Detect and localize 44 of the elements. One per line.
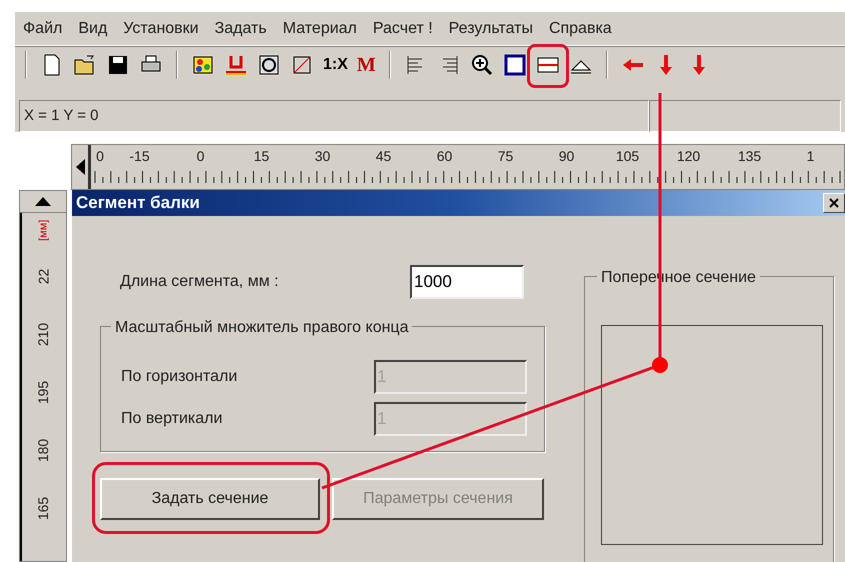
length-input[interactable]: 1000 [410, 264, 524, 298]
menu-item[interactable]: Файл [15, 16, 70, 40]
menu-item[interactable]: Результаты [440, 16, 541, 40]
open-folder-icon[interactable] [73, 52, 97, 76]
unit-label: [мм] [37, 218, 51, 243]
menu-item[interactable]: Установки [115, 16, 207, 40]
menu-item[interactable]: Справка [540, 16, 620, 40]
ruler-label: 45 [374, 147, 392, 166]
material-tool[interactable]: M [356, 50, 376, 80]
scroll-up-icon[interactable] [35, 197, 51, 206]
ruler-label: 165 [36, 495, 52, 522]
menu-item[interactable]: Задать [206, 16, 275, 40]
ruler-label: 0 [196, 147, 206, 166]
ruler-label: 30 [314, 147, 332, 166]
dialog-title: Сегмент балки [76, 192, 200, 214]
square-icon[interactable] [502, 52, 527, 76]
ruler-label: 90 [558, 147, 576, 166]
dialog-button[interactable]: Задать сечение [100, 478, 320, 520]
ruler-label: 22 [36, 267, 52, 286]
field-label: По горизонтали [121, 366, 238, 386]
ruler-label: 120 [676, 147, 702, 166]
ruler-label: 195 [36, 379, 52, 406]
field-label: По вертикали [121, 408, 224, 428]
ruler-label: 210 [36, 321, 52, 348]
scroll-left-icon[interactable] [76, 159, 84, 175]
menu-item[interactable]: Расчет ! [364, 16, 441, 40]
ruler-label: 135 [736, 147, 762, 166]
menu-item[interactable]: Материал [274, 16, 365, 40]
ruler-label: 60 [436, 147, 454, 166]
coordinates-field: X = 1 Y = 0 [19, 100, 649, 132]
ruler-label: 1 [806, 147, 816, 166]
letter-g-icon[interactable] [257, 52, 281, 76]
menu-item[interactable]: Вид [70, 16, 116, 40]
scale-tool[interactable]: 1:X [323, 52, 348, 76]
close-icon [829, 198, 839, 208]
ruler-label: 75 [496, 147, 514, 166]
ruler-label: -15 [128, 147, 151, 166]
ruler-label: 15 [252, 147, 270, 166]
field-label: Длина сегмента, мм : [119, 272, 280, 292]
close-button[interactable] [823, 192, 845, 213]
ruler-label: 0 [95, 147, 105, 166]
zoom-icon[interactable] [470, 52, 494, 76]
ruler-label: 180 [36, 437, 52, 464]
ruler-label: 105 [614, 147, 640, 166]
